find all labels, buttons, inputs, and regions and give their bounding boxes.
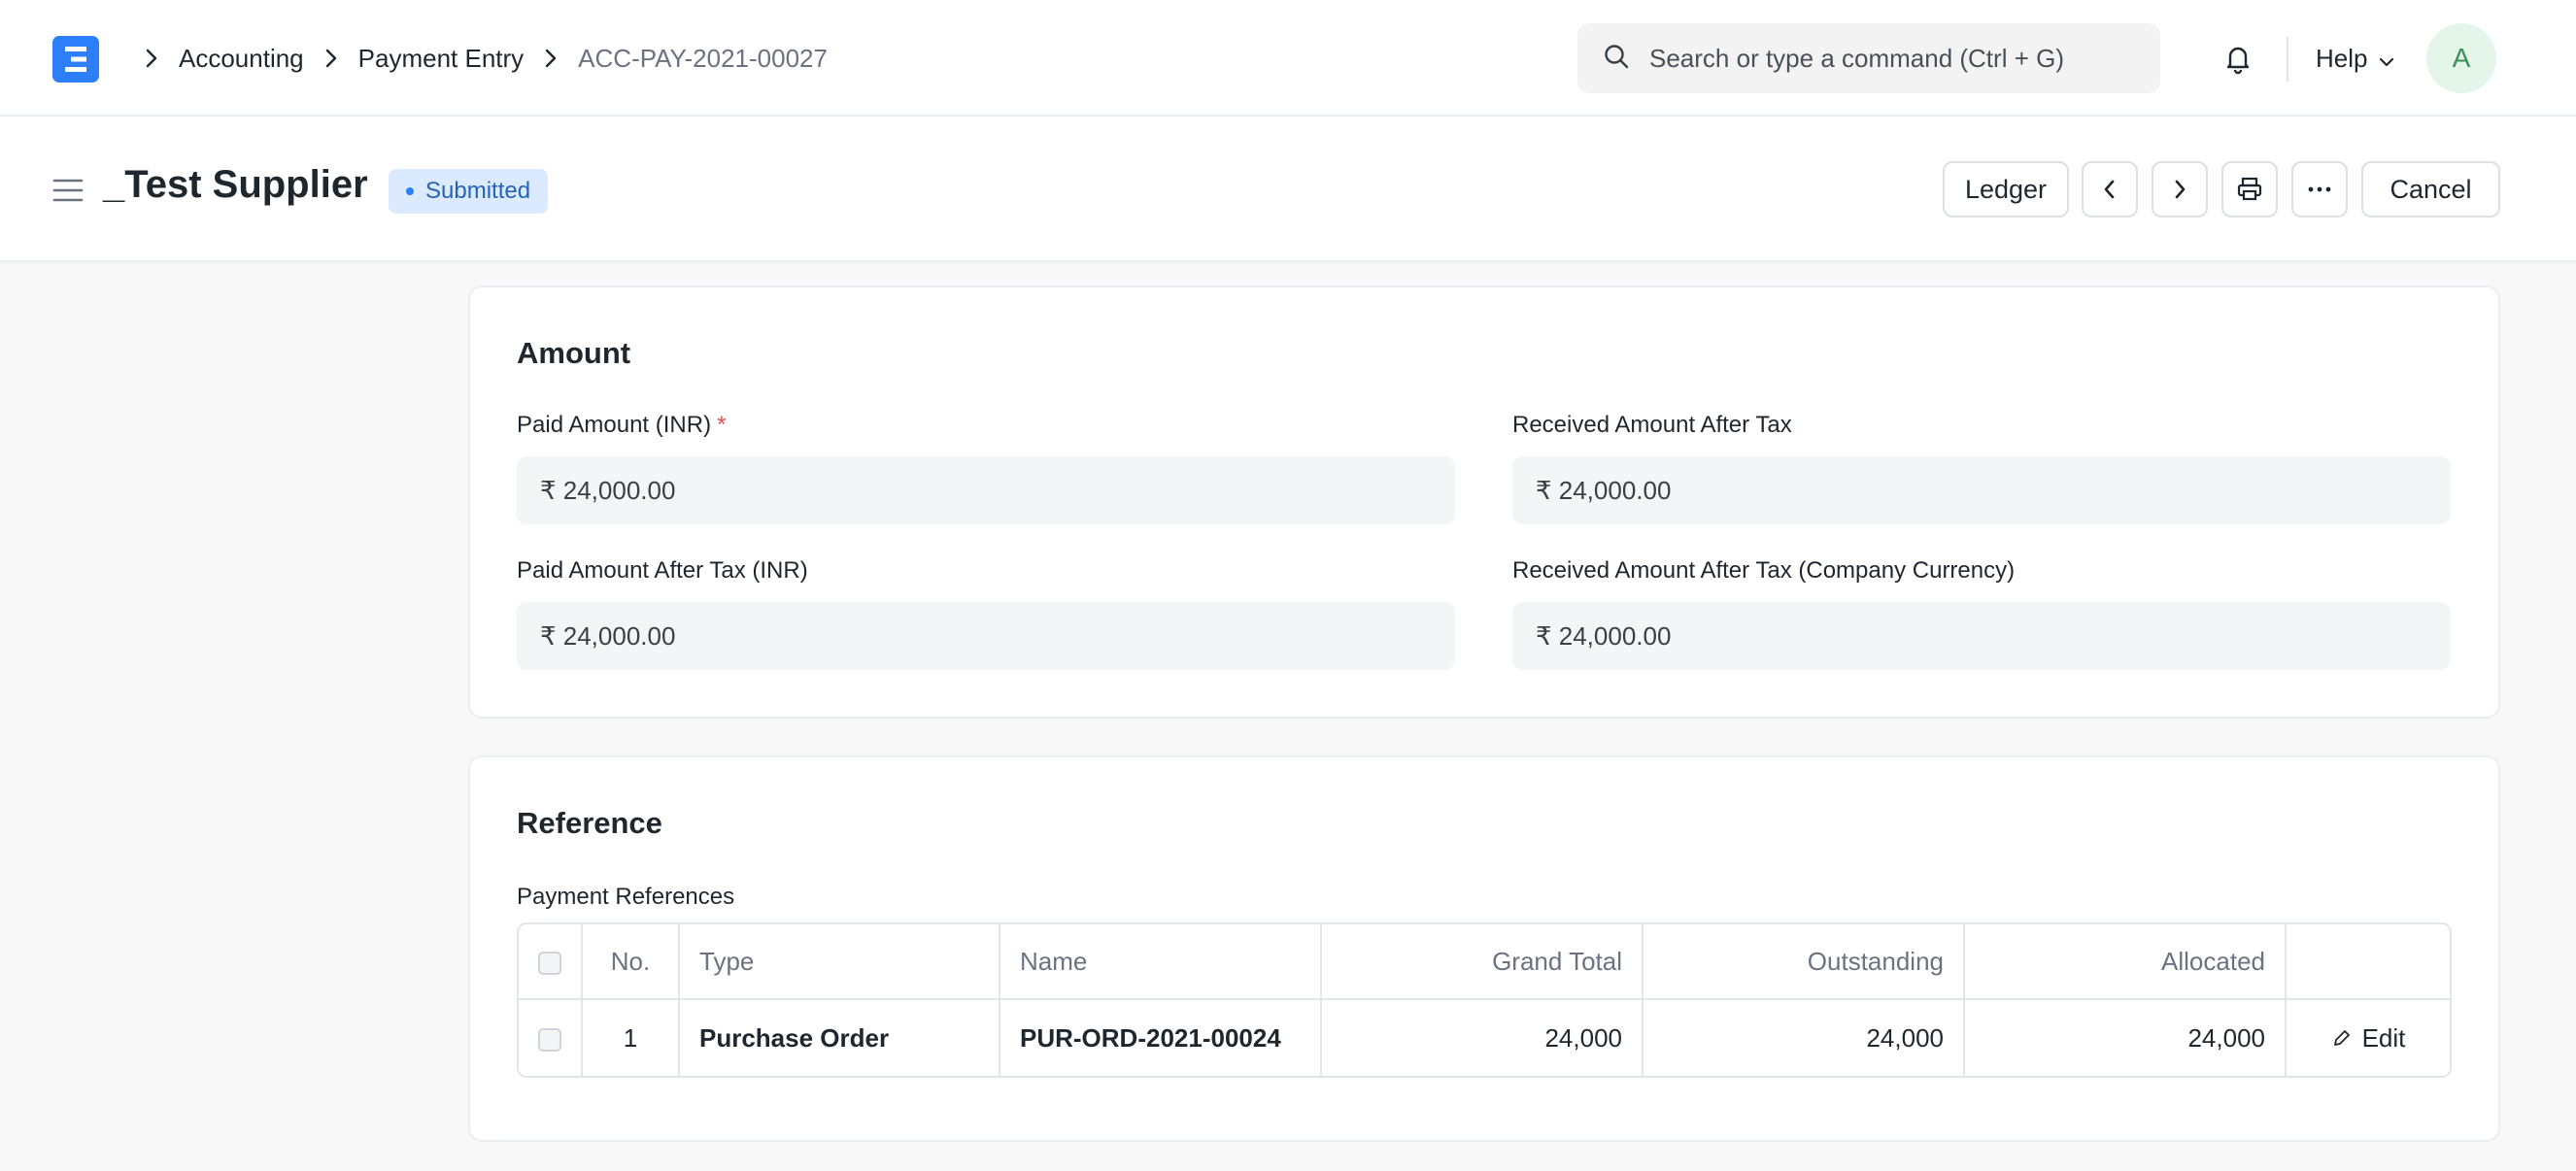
breadcrumb-payment-entry[interactable]: Payment Entry [358,44,525,74]
edit-label: Edit [2361,1022,2406,1053]
select-all-cell [519,924,583,1000]
next-doc-button[interactable] [2152,161,2208,217]
paid-amount-field[interactable]: ₹ 24,000.00 [517,456,1455,524]
ledger-button[interactable]: Ledger [1943,161,2069,217]
column-header-no: No. [583,924,680,1000]
chevron-right-icon [318,45,345,72]
select-all-checkbox[interactable] [538,951,561,975]
app-logo-icon [65,47,86,72]
cancel-button[interactable]: Cancel [2361,161,2500,217]
column-header-allocated: Allocated [1965,924,2287,1000]
row-outstanding[interactable]: 24,000 [1644,1000,1965,1076]
row-checkbox[interactable] [538,1027,561,1052]
row-edit-cell: Edit [2287,1000,2450,1076]
app-logo[interactable] [52,36,99,83]
received-amount-after-tax-company-field[interactable]: ₹ 24,000.00 [1512,602,2451,670]
paid-amount-after-tax-field[interactable]: ₹ 24,000.00 [517,602,1455,670]
chevron-down-icon [2377,49,2396,68]
help-label: Help [2316,43,2368,73]
breadcrumb: Accounting Payment Entry ACC-PAY-2021-00… [124,37,828,80]
row-edit-button[interactable]: Edit [2306,1023,2430,1054]
chevron-right-icon [138,45,165,72]
column-header-grand-total: Grand Total [1322,924,1644,1000]
status-badge: Submitted [389,169,549,214]
column-header-name: Name [1000,924,1322,1000]
help-dropdown[interactable]: Help [2316,41,2396,76]
payment-references-table: No. Type Name Grand Total Outstanding Al… [517,922,2452,1078]
amount-section: Amount Paid Amount (INR) * ₹ 24,000.00 Re… [468,285,2500,719]
column-header-type: Type [680,924,1000,1000]
section-title-reference: Reference [517,806,662,840]
reference-section: Reference Payment References No. Type Na… [468,755,2500,1142]
chevron-right-icon [537,45,564,72]
column-header-outstanding: Outstanding [1644,924,1965,1000]
paid-amount-label: Paid Amount (INR) * [517,412,727,438]
row-no: 1 [583,1000,680,1076]
row-type[interactable]: Purchase Order [680,1000,1000,1076]
navbar-divider [2287,37,2288,82]
page-title: _Test Supplier [103,163,368,206]
printer-icon [2237,177,2262,201]
page-head: _Test Supplier Submitted Ledger Cancel [0,117,2576,262]
search-input[interactable] [1647,42,2118,75]
received-amount-after-tax-field[interactable]: ₹ 24,000.00 [1512,456,2451,524]
awesomebar-search[interactable] [1577,23,2160,93]
section-title-amount: Amount [517,336,631,370]
more-actions-button[interactable] [2291,161,2348,217]
top-navbar: Accounting Payment Entry ACC-PAY-2021-00… [0,0,2576,117]
search-icon [1603,43,1630,75]
received-amount-after-tax-label: Received Amount After Tax [1512,412,1792,438]
row-select-cell [519,1000,583,1076]
breadcrumb-accounting[interactable]: Accounting [179,44,304,74]
sidebar-toggle-icon[interactable] [52,177,84,204]
row-allocated[interactable]: 24,000 [1965,1000,2287,1076]
table-row[interactable]: 1 Purchase Order PUR-ORD-2021-00024 24,0… [519,1000,2450,1076]
chevron-left-icon [2104,180,2115,199]
user-avatar[interactable]: A [2426,23,2496,93]
pencil-icon [2333,1030,2350,1046]
paid-amount-after-tax-label: Paid Amount After Tax (INR) [517,557,808,584]
column-header-actions [2287,924,2450,1000]
row-name[interactable]: PUR-ORD-2021-00024 [1000,1000,1322,1076]
status-label: Submitted [425,178,531,204]
table-header-row: No. Type Name Grand Total Outstanding Al… [519,924,2450,1000]
payment-references-label: Payment References [517,884,735,910]
chevron-right-icon [2175,180,2186,199]
row-grand-total[interactable]: 24,000 [1322,1000,1644,1076]
breadcrumb-current-document: ACC-PAY-2021-00027 [578,43,828,73]
status-dot [406,187,414,195]
previous-doc-button[interactable] [2082,161,2138,217]
more-horizontal-icon [2308,186,2331,192]
print-button[interactable] [2221,161,2278,217]
notifications-bell-icon[interactable] [2220,41,2255,76]
received-amount-after-tax-company-label: Received Amount After Tax (Company Curre… [1512,557,2016,584]
required-mark: * [717,412,727,438]
